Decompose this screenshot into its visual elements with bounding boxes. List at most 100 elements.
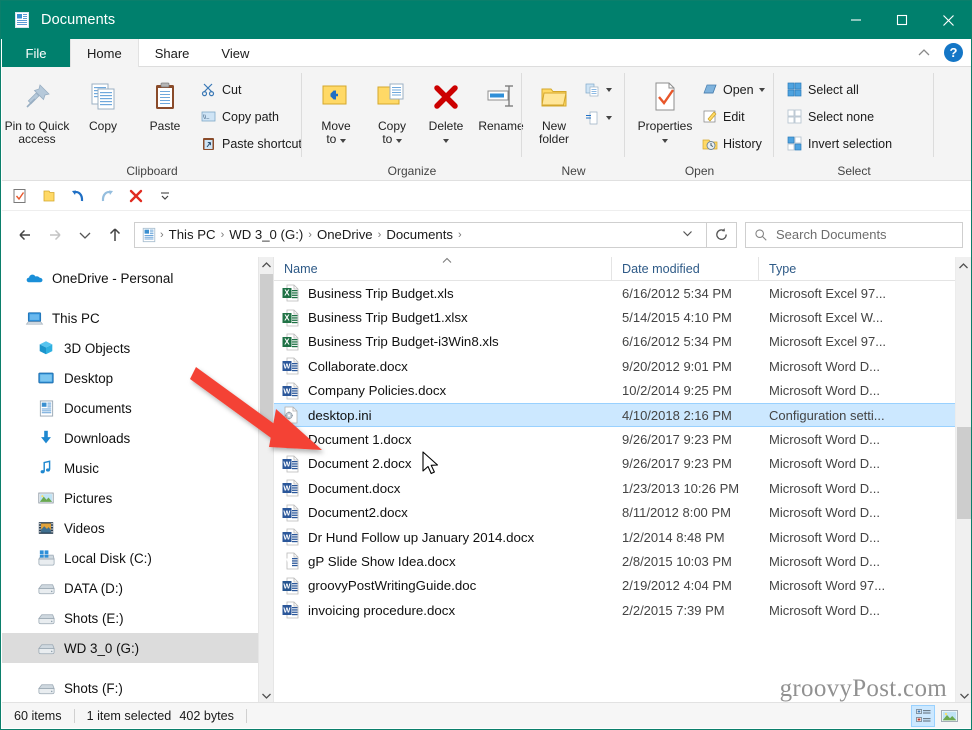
breadcrumb-documents[interactable]: Documents bbox=[382, 227, 457, 242]
sidebar-item-videos[interactable]: Videos bbox=[2, 513, 273, 543]
breadcrumb-onedrive[interactable]: OneDrive bbox=[313, 227, 377, 242]
table-row[interactable]: W Collaborate.docx 9/20/2012 9:01 PM Mic… bbox=[274, 354, 971, 378]
move-to-caret-icon[interactable] bbox=[339, 139, 346, 143]
tab-file[interactable]: File bbox=[2, 39, 70, 67]
open-button[interactable]: Open bbox=[699, 77, 771, 102]
column-header-type[interactable]: Type bbox=[759, 257, 909, 280]
sidebar-item-onedrive[interactable]: OneDrive - Personal bbox=[2, 263, 273, 293]
sidebar-item-shots-e[interactable]: Shots (E:) bbox=[2, 603, 273, 633]
back-button[interactable] bbox=[10, 220, 40, 250]
open-caret-icon[interactable] bbox=[758, 87, 765, 92]
drive-icon bbox=[36, 638, 56, 658]
history-button[interactable]: History bbox=[699, 131, 771, 156]
sidebar-item-pictures[interactable]: Pictures bbox=[2, 483, 273, 513]
column-header-name[interactable]: Name bbox=[274, 257, 612, 280]
table-row[interactable]: X Business Trip Budget.xls 6/16/2012 5:3… bbox=[274, 281, 971, 305]
select-none-button[interactable]: Select none bbox=[784, 104, 898, 129]
properties-button[interactable]: Properties bbox=[633, 73, 697, 146]
quick-new-folder-button[interactable] bbox=[39, 186, 59, 206]
table-row[interactable]: W groovyPostWritingGuide.doc 2/19/2012 4… bbox=[274, 574, 971, 598]
paste-shortcut-button[interactable]: Paste shortcut bbox=[198, 131, 308, 156]
close-button[interactable] bbox=[925, 1, 971, 39]
copy-button[interactable]: Copy bbox=[72, 73, 134, 133]
table-row[interactable]: W Document.docx 1/23/2013 10:26 PM Micro… bbox=[274, 476, 971, 500]
quick-properties-button[interactable] bbox=[10, 186, 30, 206]
pin-to-quick-access-button[interactable]: Pin to Quick access bbox=[2, 73, 72, 146]
invert-selection-button[interactable]: Invert selection bbox=[784, 131, 898, 156]
easy-access-caret-icon[interactable] bbox=[606, 116, 612, 120]
table-row[interactable]: W Document 1.docx 9/26/2017 9:23 PM Micr… bbox=[274, 427, 971, 451]
minimize-button[interactable] bbox=[833, 1, 879, 39]
table-row[interactable]: W invoicing procedure.docx 2/2/2015 7:39… bbox=[274, 598, 971, 622]
file-list-scrollbar[interactable] bbox=[955, 257, 971, 704]
new-item-caret-icon[interactable] bbox=[606, 88, 612, 92]
search-input[interactable]: Search Documents bbox=[776, 227, 887, 242]
file-scroll-thumb[interactable] bbox=[957, 427, 971, 519]
copy-to-caret-icon[interactable] bbox=[395, 139, 402, 143]
table-row[interactable]: W Document2.docx 8/11/2012 8:00 PM Micro… bbox=[274, 501, 971, 525]
breadcrumb-path-box[interactable]: › This PC › WD 3_0 (G:) › OneDrive › Doc… bbox=[134, 221, 707, 248]
sidebar-item-3d-objects[interactable]: 3D Objects bbox=[2, 333, 273, 363]
forward-button[interactable] bbox=[40, 220, 70, 250]
properties-caret-icon[interactable] bbox=[662, 139, 668, 143]
path-dropdown-button[interactable] bbox=[673, 227, 702, 243]
delete-caret-icon[interactable] bbox=[443, 139, 449, 143]
recent-locations-button[interactable] bbox=[70, 220, 100, 250]
quick-delete-button[interactable] bbox=[126, 186, 146, 206]
sidebar-item-music[interactable]: Music bbox=[2, 453, 273, 483]
table-row[interactable]: W Company Policies.docx 10/2/2014 9:25 P… bbox=[274, 379, 971, 403]
copy-path-button[interactable]: \\.. Copy path bbox=[198, 104, 308, 129]
sidebar-item-this-pc[interactable]: This PC bbox=[2, 303, 273, 333]
new-item-button[interactable] bbox=[582, 80, 618, 100]
delete-button[interactable]: Delete bbox=[420, 73, 472, 146]
up-button[interactable] bbox=[100, 220, 130, 250]
chevron-up-icon[interactable] bbox=[916, 45, 932, 61]
nav-scroll-up-button[interactable] bbox=[259, 257, 273, 274]
search-box[interactable]: Search Documents bbox=[745, 221, 963, 248]
help-button[interactable]: ? bbox=[944, 43, 963, 62]
table-row[interactable]: W Document 2.docx 9/26/2017 9:23 PM Micr… bbox=[274, 452, 971, 476]
table-row-selected[interactable]: desktop.ini 4/10/2018 2:16 PM Configurat… bbox=[274, 402, 971, 428]
tab-share[interactable]: Share bbox=[139, 39, 206, 67]
group-label-new: New bbox=[561, 164, 586, 178]
sidebar-item-documents[interactable]: Documents bbox=[2, 393, 273, 423]
table-row[interactable]: X Business Trip Budget1.xlsx 5/14/2015 4… bbox=[274, 305, 971, 329]
breadcrumb-this-pc[interactable]: This PC bbox=[165, 227, 220, 242]
breadcrumb-separator[interactable]: › bbox=[457, 229, 463, 241]
new-folder-button[interactable]: New folder bbox=[528, 73, 580, 146]
maximize-button[interactable] bbox=[879, 1, 925, 39]
properties-icon bbox=[655, 82, 675, 111]
move-to-button[interactable]: Move to bbox=[308, 73, 364, 146]
tab-home[interactable]: Home bbox=[70, 39, 139, 67]
svg-text:W: W bbox=[283, 362, 290, 371]
nav-scroll-thumb[interactable] bbox=[260, 274, 273, 424]
details-view-button[interactable] bbox=[911, 704, 935, 727]
navigation-scrollbar[interactable] bbox=[258, 257, 273, 704]
file-scroll-up-button[interactable] bbox=[956, 257, 971, 275]
quick-customize-button[interactable] bbox=[155, 186, 175, 206]
paste-button[interactable]: Paste bbox=[134, 73, 196, 133]
cut-button[interactable]: Cut bbox=[198, 77, 308, 102]
quick-redo-button[interactable] bbox=[97, 186, 117, 206]
breadcrumb-wd-drive[interactable]: WD 3_0 (G:) bbox=[225, 227, 307, 242]
column-header-date-modified[interactable]: Date modified bbox=[612, 257, 759, 280]
table-row[interactable]: W gP Slide Show Idea.docx 2/8/2015 10:03… bbox=[274, 549, 971, 573]
quick-undo-button[interactable] bbox=[68, 186, 88, 206]
copy-to-button[interactable]: Copy to bbox=[364, 73, 420, 146]
sidebar-item-desktop[interactable]: Desktop bbox=[2, 363, 273, 393]
tab-view[interactable]: View bbox=[205, 39, 265, 67]
refresh-button[interactable] bbox=[707, 221, 737, 248]
easy-access-button[interactable] bbox=[582, 108, 618, 128]
sidebar-item-shots-f[interactable]: Shots (F:) bbox=[2, 673, 273, 703]
history-icon bbox=[701, 135, 718, 152]
sidebar-item-wd-3-0-g[interactable]: WD 3_0 (G:) bbox=[2, 633, 273, 663]
edit-button[interactable]: Edit bbox=[699, 104, 771, 129]
select-all-button[interactable]: Select all bbox=[784, 77, 898, 102]
sidebar-item-data-d[interactable]: DATA (D:) bbox=[2, 573, 273, 603]
table-row[interactable]: W Dr Hund Follow up January 2014.docx 1/… bbox=[274, 525, 971, 549]
sidebar-item-local-disk-c[interactable]: Local Disk (C:) bbox=[2, 543, 273, 573]
table-row[interactable]: X Business Trip Budget-i3Win8.xls 6/16/2… bbox=[274, 330, 971, 354]
large-icons-view-button[interactable] bbox=[937, 705, 961, 727]
sidebar-item-downloads[interactable]: Downloads bbox=[2, 423, 273, 453]
file-type: Microsoft Word D... bbox=[769, 602, 881, 618]
